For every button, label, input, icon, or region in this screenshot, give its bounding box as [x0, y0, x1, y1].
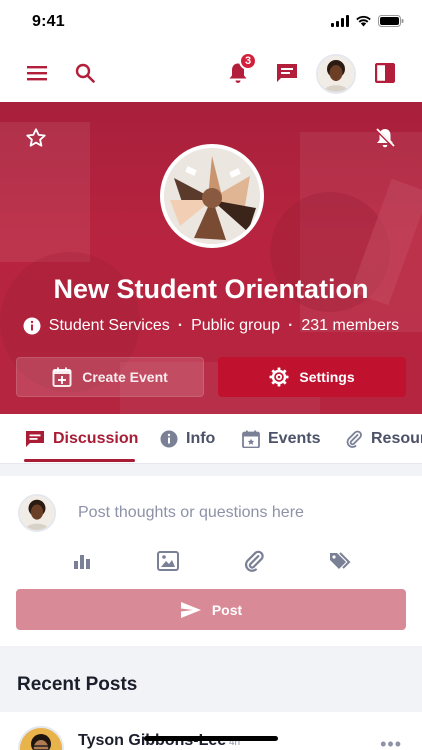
tab-info-label: Info [186, 430, 216, 447]
group-visibility: Public group [191, 317, 281, 334]
meta-separator: · [177, 317, 184, 334]
user-avatar[interactable] [316, 54, 356, 94]
post-more-options-icon[interactable]: ••• [380, 734, 402, 750]
add-tags-button[interactable] [326, 548, 354, 574]
menu-icon [27, 66, 47, 81]
image-icon [157, 551, 179, 571]
active-tab-indicator [24, 459, 135, 462]
add-image-button[interactable] [154, 548, 182, 574]
battery-icon [378, 15, 404, 27]
settings-label: Settings [299, 369, 355, 385]
search-icon [75, 63, 95, 83]
status-time: 9:41 [32, 13, 65, 30]
side-panel-button[interactable] [368, 56, 402, 90]
composer-avatar [18, 494, 56, 532]
send-icon [180, 601, 201, 618]
bar-chart-icon [74, 555, 90, 569]
menu-button[interactable] [20, 56, 54, 90]
messages-button[interactable] [270, 56, 304, 90]
tag-icon [330, 552, 351, 569]
search-button[interactable] [68, 56, 102, 90]
gear-icon [269, 367, 289, 387]
paperclip-icon [346, 430, 362, 448]
notifications-button[interactable]: 3 [221, 52, 257, 90]
mute-notifications-button[interactable] [371, 124, 399, 152]
cellular-signal-icon [331, 15, 349, 27]
paperclip-icon [244, 550, 264, 572]
tab-resources-label: Resources [371, 430, 422, 447]
tab-discussion-label: Discussion [53, 430, 139, 447]
tab-events[interactable]: Events [242, 414, 321, 463]
group-photo-image [164, 148, 260, 244]
post-composer: Post [0, 476, 422, 646]
post-input[interactable] [78, 500, 398, 526]
group-name: New Student Orientation [53, 274, 369, 304]
group-tabs: Discussion Info Events Resources [0, 414, 422, 464]
tab-events-label: Events [268, 430, 321, 447]
group-hero: New Student Orientation Student Services… [0, 102, 422, 414]
group-photo [160, 144, 264, 248]
wifi-icon [356, 15, 371, 27]
calendar-add-icon [52, 367, 72, 387]
bell-off-icon [375, 128, 395, 148]
meta-separator: · [288, 317, 294, 334]
status-bar: 9:41 [0, 0, 422, 44]
discussion-icon [26, 431, 44, 447]
post-button-label: Post [211, 601, 243, 618]
composer-avatar-image [20, 496, 54, 530]
calendar-icon [242, 430, 260, 448]
app-header: 3 [0, 44, 422, 102]
group-meta: Student Services · Public group · 231 me… [0, 317, 422, 335]
post-author-avatar-image [20, 728, 62, 750]
settings-button[interactable]: Settings [218, 357, 406, 397]
info-icon [160, 430, 178, 448]
group-department: Student Services [48, 317, 170, 334]
status-icons [331, 15, 404, 27]
notification-badge: 3 [239, 52, 257, 70]
post-button[interactable]: Post [16, 589, 406, 630]
group-member-count[interactable]: 231 members [301, 317, 399, 335]
user-avatar-image [318, 56, 354, 92]
tab-discussion[interactable]: Discussion [25, 414, 139, 463]
chat-icon [277, 64, 297, 82]
attach-file-button[interactable] [240, 548, 268, 574]
info-icon[interactable] [23, 317, 41, 335]
home-indicator [144, 736, 278, 741]
post-card[interactable]: Tyson Gibbons-Lee 4h ••• [0, 712, 422, 750]
post-author-avatar[interactable] [18, 726, 64, 750]
create-event-button[interactable]: Create Event [16, 357, 204, 397]
post-author-name[interactable]: Tyson Gibbons-Lee [78, 732, 226, 750]
create-event-label: Create Event [82, 369, 168, 385]
poll-button[interactable] [68, 548, 96, 574]
star-outline-icon [26, 128, 46, 147]
tab-info[interactable]: Info [160, 414, 216, 463]
side-panel-icon [375, 63, 395, 83]
tab-resources[interactable]: Resources [345, 414, 422, 463]
recent-posts-heading: Recent Posts [17, 674, 138, 695]
favorite-button[interactable] [22, 124, 50, 152]
